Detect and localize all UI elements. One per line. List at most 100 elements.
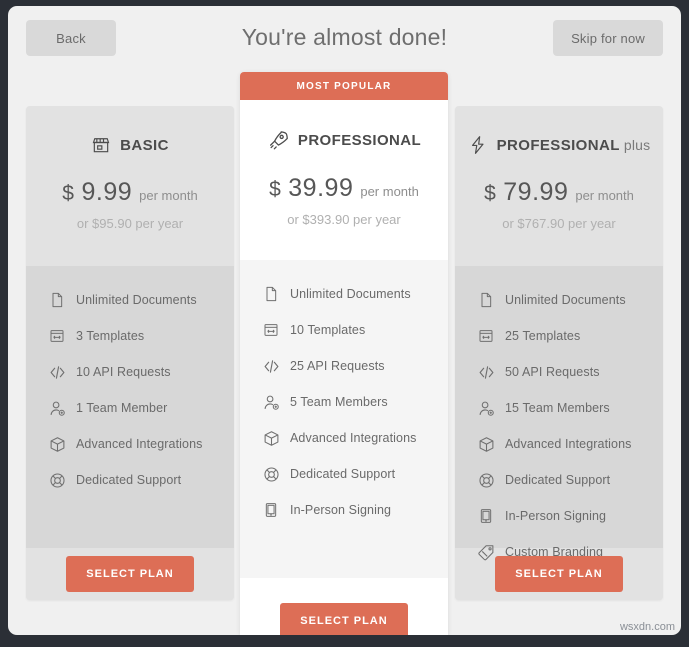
feature-label: Advanced Integrations [505,437,632,451]
plan-name: BASIC [120,137,169,154]
price-period: per month [139,188,198,203]
lifebuoy-icon [262,465,280,483]
feature-label: 15 Team Members [505,401,610,415]
templates-icon [262,321,280,339]
price-currency: $ [484,182,497,205]
plan-price-row: $39.99 per month [240,174,448,203]
feature-item: Unlimited Documents [455,282,663,318]
price-amount: 79.99 [503,178,569,206]
feature-item: In-Person Signing [240,492,448,528]
user-add-icon [48,399,66,417]
plan-features-basic: Unlimited Documents 3 Templates 10 API Req… [26,266,234,548]
plan-footer-professional: SELECT PLAN [240,578,448,635]
feature-item: 1 Team Member [26,390,234,426]
feature-label: In-Person Signing [505,509,607,523]
feature-label: Unlimited Documents [290,287,411,301]
price-amount: 39.99 [288,174,354,202]
plan-header-professional-plus: PROFESSIONAL plus $79.99 per month or $767.… [455,106,663,266]
plan-name-main: PROFESSIONAL [297,131,422,149]
code-icon [48,363,66,381]
feature-item: Dedicated Support [240,456,448,492]
cube-icon [262,429,280,447]
select-plan-button-professional[interactable]: SELECT PLAN [280,602,408,635]
user-add-icon [477,399,495,417]
plan-features-professional: Unlimited Documents 10 Templates 25 API Re… [240,260,448,578]
feature-item: 25 Templates [455,318,663,354]
plan-price-row: $9.99 per month [26,178,234,207]
feature-label: Dedicated Support [505,473,611,487]
document-icon [48,291,66,309]
feature-item: Unlimited Documents [26,282,234,318]
tag-icon [477,543,495,561]
plan-card-basic[interactable]: BASIC $9.99 per month or $95.90 per year Unl… [26,106,234,600]
price-currency: $ [269,178,282,201]
plan-header-professional: PROFESSIONAL $39.99 per month or $393.90 pe… [240,100,448,260]
skip-for-now-button[interactable]: Skip for now [553,20,663,56]
feature-item: Advanced Integrations [240,420,448,456]
plan-card-professional-plus[interactable]: PROFESSIONAL plus $79.99 per month or $767.… [455,106,663,600]
price-yearly: or $393.90 per year [287,212,401,227]
cube-icon [477,435,495,453]
plan-price-row: $79.99 per month [455,178,663,207]
price-period: per month [360,184,419,199]
feature-label: 5 Team Members [290,395,388,409]
app-window: Back You're almost done! Skip for now BA… [8,6,681,635]
price-yearly: or $95.90 per year [76,216,184,231]
cube-icon [48,435,66,453]
feature-label: Dedicated Support [76,473,182,487]
feature-item: 15 Team Members [455,390,663,426]
plan-name-main: BASIC [120,136,169,154]
code-icon [477,363,495,381]
watermark: wsxdn.com [619,621,675,633]
plan-name: PROFESSIONAL plus [497,137,651,154]
select-plan-button-basic[interactable]: SELECT PLAN [66,556,194,592]
lightning-icon [468,135,488,155]
feature-label: 10 Templates [290,323,366,337]
plan-name: PROFESSIONAL [298,132,421,149]
lifebuoy-icon [477,471,495,489]
feature-item: Advanced Integrations [455,426,663,462]
feature-label: In-Person Signing [290,503,392,517]
plan-header-basic: BASIC $9.99 per month or $95.90 per year [26,106,234,266]
feature-label: 3 Templates [76,329,145,343]
storefront-icon [91,135,111,155]
feature-label: 25 Templates [505,329,581,343]
feature-item: 50 API Requests [455,354,663,390]
feature-label: 1 Team Member [76,401,168,415]
feature-item: 25 API Requests [240,348,448,384]
price-amount: 9.99 [81,178,133,206]
feature-label: 10 API Requests [76,365,171,379]
feature-item: 5 Team Members [240,384,448,420]
price-yearly: or $767.90 per year [502,216,616,231]
templates-icon [48,327,66,345]
tablet-icon [477,507,495,525]
pricing-plans-container: BASIC $9.99 per month or $95.90 per year Unl… [8,72,681,635]
plan-card-professional[interactable]: MOST POPULAR PROFESSIONAL $39.99 per month o… [240,72,448,635]
plan-title-row: BASIC [26,106,234,155]
user-add-icon [262,393,280,411]
document-icon [262,285,280,303]
feature-label: Advanced Integrations [76,437,203,451]
document-icon [477,291,495,309]
feature-label: 25 API Requests [290,359,385,373]
rocket-icon [267,129,289,151]
plan-name-suffix: plus [619,136,651,153]
price-period: per month [575,188,634,203]
feature-label: 50 API Requests [505,365,600,379]
plan-footer-basic: SELECT PLAN [26,548,234,600]
feature-item: 3 Templates [26,318,234,354]
templates-icon [477,327,495,345]
plan-features-professional-plus: Unlimited Documents 25 Templates 50 API Re… [455,266,663,560]
lifebuoy-icon [48,471,66,489]
feature-item: Advanced Integrations [26,426,234,462]
feature-label: Advanced Integrations [290,431,417,445]
feature-item: Unlimited Documents [240,276,448,312]
feature-item: In-Person Signing [455,498,663,534]
feature-item: Dedicated Support [26,462,234,498]
plan-title-row: PROFESSIONAL [240,100,448,151]
code-icon [262,357,280,375]
select-plan-button-professional-plus[interactable]: SELECT PLAN [495,556,623,592]
feature-item: Dedicated Support [455,462,663,498]
feature-label: Unlimited Documents [505,293,626,307]
page-header: Back You're almost done! Skip for now [8,6,681,78]
